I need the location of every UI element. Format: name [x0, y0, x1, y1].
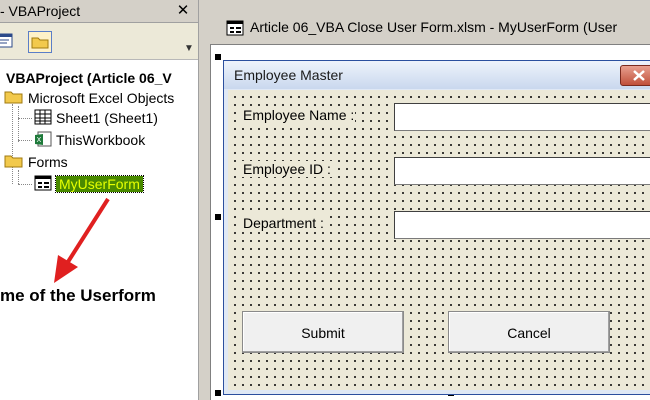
tree-node-label: Sheet1 (Sheet1): [56, 110, 158, 126]
explorer-title: - VBAProject: [0, 3, 81, 19]
annotation-arrow-icon: [54, 197, 110, 283]
submit-button[interactable]: Submit: [242, 311, 404, 353]
resize-handle[interactable]: [214, 53, 222, 61]
close-button[interactable]: [620, 65, 650, 86]
userform-designer-window: Article 06_VBA Close User Form.xlsm - My…: [206, 0, 650, 400]
employee-name-label: Employee Name :: [242, 107, 356, 123]
tree-node-label: ThisWorkbook: [56, 132, 146, 148]
tree-node-excel-objects[interactable]: Microsoft Excel Objects: [4, 88, 174, 108]
userform[interactable]: Employee Master Employee Name : Employee…: [223, 60, 650, 395]
design-surface: Employee Master Employee Name : Employee…: [210, 44, 650, 400]
employee-name-input[interactable]: [394, 103, 650, 131]
view-code-icon[interactable]: [0, 31, 16, 51]
folder-icon[interactable]: [28, 31, 52, 53]
department-label: Department :: [242, 215, 325, 231]
folder-icon: [4, 89, 24, 109]
userform-client-area: Employee Name : Employee ID : Department…: [228, 90, 650, 390]
tree-connector: [18, 118, 32, 119]
close-icon: [633, 70, 645, 81]
userform-caption-bar: Employee Master: [224, 61, 650, 89]
userform-icon: [34, 175, 52, 196]
tree-connector: [18, 184, 32, 185]
cancel-button[interactable]: Cancel: [448, 311, 610, 353]
project-explorer: - VBAProject ✕ ▼ VBAProject (Article 06_…: [0, 0, 198, 400]
designer-title: Article 06_VBA Close User Form.xlsm - My…: [250, 19, 618, 35]
folder-icon: [4, 153, 24, 173]
department-input[interactable]: [394, 211, 650, 239]
tree-node-myuserform[interactable]: MyUserForm: [34, 174, 144, 196]
explorer-toolbar: ▼: [0, 23, 198, 60]
toolbar-overflow-icon[interactable]: ▼: [184, 43, 194, 54]
annotation-text: me of the Userform: [0, 286, 156, 305]
resize-handle[interactable]: [214, 389, 222, 397]
tree-connector: [18, 106, 19, 142]
tree-node-sheet1[interactable]: Sheet1 (Sheet1): [34, 108, 158, 128]
tree-node-forms[interactable]: Forms: [4, 152, 68, 172]
resize-handle[interactable]: [214, 213, 222, 221]
userform-title: Employee Master: [234, 67, 343, 83]
tree-node-thisworkbook[interactable]: X ThisWorkbook: [34, 130, 145, 150]
worksheet-icon: [34, 109, 52, 130]
tree-root-label: VBAProject (Article 06_V: [6, 70, 172, 86]
tree-root-vbaproject[interactable]: VBAProject (Article 06_V: [6, 68, 172, 88]
designer-titlebar: Article 06_VBA Close User Form.xlsm - My…: [210, 10, 650, 44]
close-icon[interactable]: ✕: [174, 2, 192, 19]
tree-connector: [18, 140, 32, 141]
tree-node-label: Forms: [28, 154, 68, 170]
excel-workbook-icon: X: [34, 131, 52, 152]
selected-node-label: MyUserForm: [55, 175, 144, 193]
userform-icon: [226, 20, 244, 39]
tree-node-label: Microsoft Excel Objects: [28, 90, 175, 106]
explorer-titlebar: - VBAProject ✕: [0, 0, 198, 23]
employee-id-label: Employee ID :: [242, 161, 332, 177]
employee-id-input[interactable]: [394, 157, 650, 185]
svg-text:X: X: [37, 136, 42, 144]
